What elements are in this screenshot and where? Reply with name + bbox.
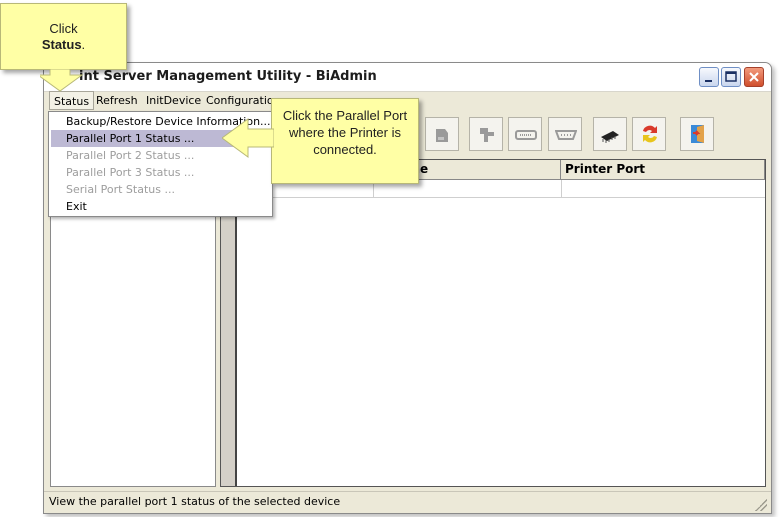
serial-port-button[interactable] (548, 117, 582, 151)
device-list-pane[interactable]: e Name Printer Port (220, 159, 766, 487)
menu-status[interactable]: Status (49, 91, 95, 110)
close-button[interactable] (744, 67, 764, 87)
minimize-icon (705, 80, 712, 82)
window-title: int Server Management Utility - BiAdmin (79, 69, 377, 84)
callout-click-status-line2: Status. (1, 37, 126, 53)
exchange-button[interactable] (632, 117, 666, 151)
close-icon (749, 72, 759, 82)
serial-port-icon (555, 130, 577, 140)
maximize-icon (725, 71, 737, 82)
chip-icon (601, 131, 619, 143)
cell-divider (561, 180, 562, 198)
network-printer-button[interactable] (425, 117, 459, 151)
exit-door-icon (691, 125, 704, 143)
chip-button[interactable] (593, 117, 627, 151)
minimize-button[interactable] (699, 67, 719, 87)
column-header-printer-port[interactable]: Printer Port (561, 160, 765, 180)
parallel-port-icon (515, 130, 537, 140)
callout-click-status: Click Status. (0, 3, 127, 70)
callout-click-parallel-port: Click the Parallel Port where the Printe… (271, 98, 419, 184)
menu-item-serial-port: Serial Port Status ... (66, 183, 175, 196)
menu-initdevice[interactable]: InitDevice (146, 94, 201, 107)
exit-door-button[interactable] (680, 117, 714, 151)
network-printer-icon (436, 129, 448, 142)
callout-click-status-line1: Click (49, 21, 78, 36)
callout-click-status-bold: Status (41, 37, 82, 52)
status-text: View the parallel port 1 status of the s… (49, 495, 341, 508)
menu-item-parallel-port-3: Parallel Port 3 Status ... (66, 166, 195, 179)
callout-arrow-left-icon (222, 118, 274, 158)
menu-configuration[interactable]: Configuration (206, 94, 281, 107)
status-bar: View the parallel port 1 status of the s… (44, 491, 771, 513)
callout-arrow-down-icon (40, 69, 84, 92)
resize-grip[interactable] (755, 499, 767, 511)
callout-click-status-suffix: . (81, 37, 86, 52)
hub-button[interactable] (469, 117, 503, 151)
hub-icon (480, 128, 494, 142)
menu-refresh[interactable]: Refresh (96, 94, 138, 107)
title-bar[interactable]: int Server Management Utility - BiAdmin (44, 63, 771, 92)
maximize-button[interactable] (721, 67, 741, 87)
exchange-icon (643, 125, 657, 143)
menu-item-exit[interactable]: Exit (51, 198, 270, 215)
parallel-port-button[interactable] (508, 117, 542, 151)
